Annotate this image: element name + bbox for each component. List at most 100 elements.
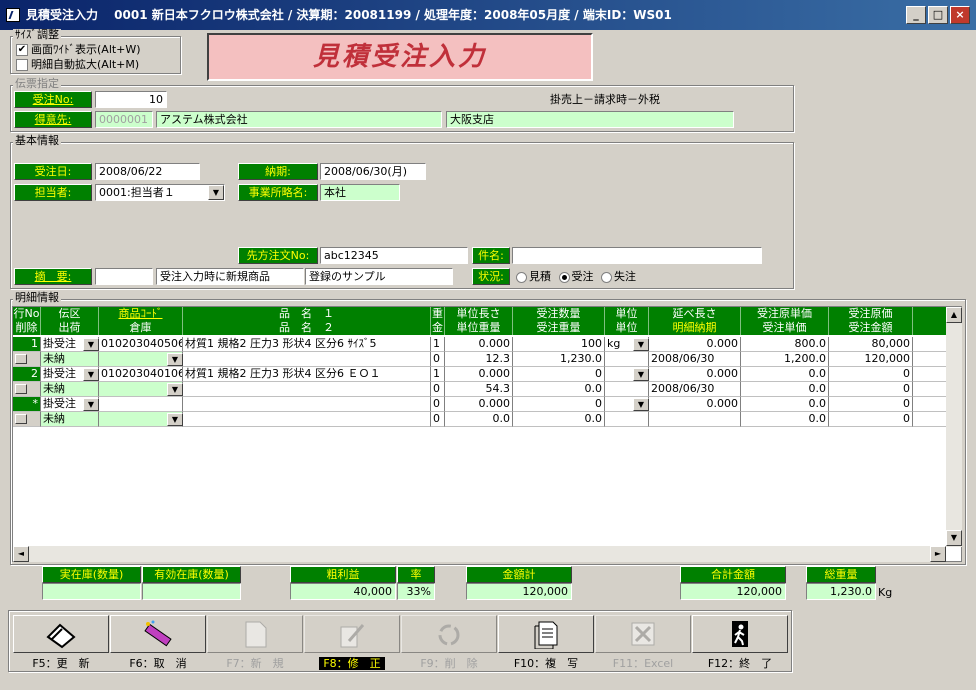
cell-tlen[interactable]: 0.000: [649, 337, 741, 352]
toolbar-button-8[interactable]: [304, 615, 400, 653]
cell-unit2[interactable]: [605, 382, 649, 397]
cell-ship[interactable]: 未納: [41, 382, 99, 397]
delete-row-checkbox[interactable]: [13, 382, 41, 397]
cell-ship[interactable]: 未納: [41, 412, 99, 427]
customer-label[interactable]: 得意先:: [14, 111, 92, 128]
close-button[interactable]: ×: [950, 6, 970, 24]
toolbar-button-12[interactable]: [692, 615, 788, 653]
cell-len[interactable]: 0.000: [445, 397, 513, 412]
cell-amount[interactable]: 0: [829, 412, 913, 427]
cell-dropdown-button[interactable]: ▼: [83, 368, 99, 381]
cell-tlen[interactable]: 0.000: [649, 397, 741, 412]
cell-wt[interactable]: 0.0: [513, 412, 605, 427]
cell-dropdown-button[interactable]: ▼: [167, 353, 183, 366]
cell-jk1[interactable]: 1: [431, 367, 445, 382]
app-icon[interactable]: [6, 8, 20, 22]
cell-uw[interactable]: 0.0: [445, 412, 513, 427]
status-radio-lost[interactable]: 失注: [597, 270, 636, 283]
cell-name2[interactable]: [183, 412, 431, 427]
cell-due[interactable]: 2008/06/30: [649, 382, 741, 397]
toolbar-button-6[interactable]: [110, 615, 206, 653]
cell-dropdown-button[interactable]: ▼: [167, 383, 183, 396]
auto-expand-checkbox[interactable]: 明細自動拡大(Alt+M): [16, 58, 139, 72]
toolbar-button-7[interactable]: [207, 615, 303, 653]
cell-wt[interactable]: 0.0: [513, 382, 605, 397]
cell-jk2[interactable]: 0: [431, 412, 445, 427]
cell-cost_unit[interactable]: 0.0: [741, 367, 829, 382]
cell-jk2[interactable]: 0: [431, 352, 445, 367]
minimize-button[interactable]: _: [906, 6, 926, 24]
cell-cost[interactable]: 0: [829, 367, 913, 382]
cell-cost[interactable]: 0: [829, 397, 913, 412]
cell-code[interactable]: 010203040106: [99, 367, 183, 382]
cell-price[interactable]: 0.0: [741, 412, 829, 427]
cell-price[interactable]: 1,200.0: [741, 352, 829, 367]
cell-due[interactable]: [649, 412, 741, 427]
cell-len[interactable]: 0.000: [445, 367, 513, 382]
cell-unit2[interactable]: [605, 352, 649, 367]
cell-price[interactable]: 0.0: [741, 382, 829, 397]
cell-qty[interactable]: 100: [513, 337, 605, 352]
order-no-label[interactable]: 受注No:: [14, 91, 92, 108]
memo2-field[interactable]: 登録のサンプル: [305, 268, 453, 285]
cell-dropdown-button[interactable]: ▼: [83, 398, 99, 411]
staff-select[interactable]: 0001:担当者１: [95, 184, 225, 201]
cell-wt[interactable]: 1,230.0: [513, 352, 605, 367]
vertical-scrollbar[interactable]: [946, 307, 962, 547]
cell-ship[interactable]: 未納: [41, 352, 99, 367]
customer-name-field[interactable]: アステム株式会社: [156, 111, 442, 128]
scroll-up-button[interactable]: ▲: [946, 307, 962, 323]
staff-dropdown-button[interactable]: ▼: [208, 185, 224, 200]
cell-uw[interactable]: 12.3: [445, 352, 513, 367]
toolbar-button-11[interactable]: [595, 615, 691, 653]
cell-code[interactable]: 010203040506: [99, 337, 183, 352]
delivery-field[interactable]: 2008/06/30(月): [320, 163, 426, 180]
cell-qty[interactable]: 0: [513, 367, 605, 382]
cell-qty[interactable]: 0: [513, 397, 605, 412]
memo1-field[interactable]: 受注入力時に新規商品: [156, 268, 304, 285]
order-date-field[interactable]: 2008/06/22: [95, 163, 200, 180]
scroll-down-button[interactable]: ▼: [946, 530, 962, 546]
customer-code-field[interactable]: 0000001: [95, 111, 153, 128]
memo-label[interactable]: 摘 要:: [14, 268, 92, 285]
cell-jk1[interactable]: 0: [431, 397, 445, 412]
scroll-left-button[interactable]: ◄: [13, 546, 29, 562]
office-field[interactable]: 本社: [320, 184, 400, 201]
cell-dropdown-button[interactable]: ▼: [633, 398, 649, 411]
scroll-right-button[interactable]: ►: [930, 546, 946, 562]
cell-len[interactable]: 0.000: [445, 337, 513, 352]
toolbar-button-9[interactable]: [401, 615, 497, 653]
wide-display-checkbox[interactable]: ✔ 画面ﾜｲﾄﾞ表示(Alt+W): [16, 43, 141, 57]
toolbar-button-5[interactable]: [13, 615, 109, 653]
cell-dropdown-button[interactable]: ▼: [167, 413, 183, 426]
toolbar-button-10[interactable]: [498, 615, 594, 653]
cell-jk2[interactable]: 0: [431, 382, 445, 397]
cell-name1[interactable]: 材質1 規格2 圧力3 形状4 区分6 ＥＯ１: [183, 367, 431, 382]
delete-row-checkbox[interactable]: [13, 352, 41, 367]
order-no-field[interactable]: 10: [95, 91, 167, 108]
maximize-button[interactable]: □: [928, 6, 948, 24]
subject-field[interactable]: [512, 247, 762, 264]
cell-amount[interactable]: 0: [829, 382, 913, 397]
cell-tlen[interactable]: 0.000: [649, 367, 741, 382]
cell-cost[interactable]: 80,000: [829, 337, 913, 352]
cell-amount[interactable]: 120,000: [829, 352, 913, 367]
cell-name2[interactable]: [183, 352, 431, 367]
cell-name2[interactable]: [183, 382, 431, 397]
cell-name1[interactable]: [183, 397, 431, 412]
cell-due[interactable]: 2008/06/30: [649, 352, 741, 367]
detail-grid[interactable]: 行No 伝区 商品ｺｰﾄﾞ品 名 １ 重単位長さ 受注数量 単位 延べ長さ 受注原単価 受注原価…: [12, 306, 962, 562]
cell-jk1[interactable]: 1: [431, 337, 445, 352]
status-radio-order[interactable]: 受注: [555, 270, 594, 283]
cell-code[interactable]: [99, 397, 183, 412]
cell-unit2[interactable]: [605, 412, 649, 427]
cell-dropdown-button[interactable]: ▼: [633, 338, 649, 351]
horizontal-scrollbar[interactable]: [13, 546, 946, 562]
cell-cost_unit[interactable]: 800.0: [741, 337, 829, 352]
cell-uw[interactable]: 54.3: [445, 382, 513, 397]
branch-field[interactable]: 大阪支店: [446, 111, 734, 128]
cell-name1[interactable]: 材質1 規格2 圧力3 形状4 区分6 ｻｲｽﾞ5: [183, 337, 431, 352]
status-radio-estimate[interactable]: 見積: [512, 270, 551, 283]
memo-code-field[interactable]: [95, 268, 153, 285]
cell-dropdown-button[interactable]: ▼: [83, 338, 99, 351]
